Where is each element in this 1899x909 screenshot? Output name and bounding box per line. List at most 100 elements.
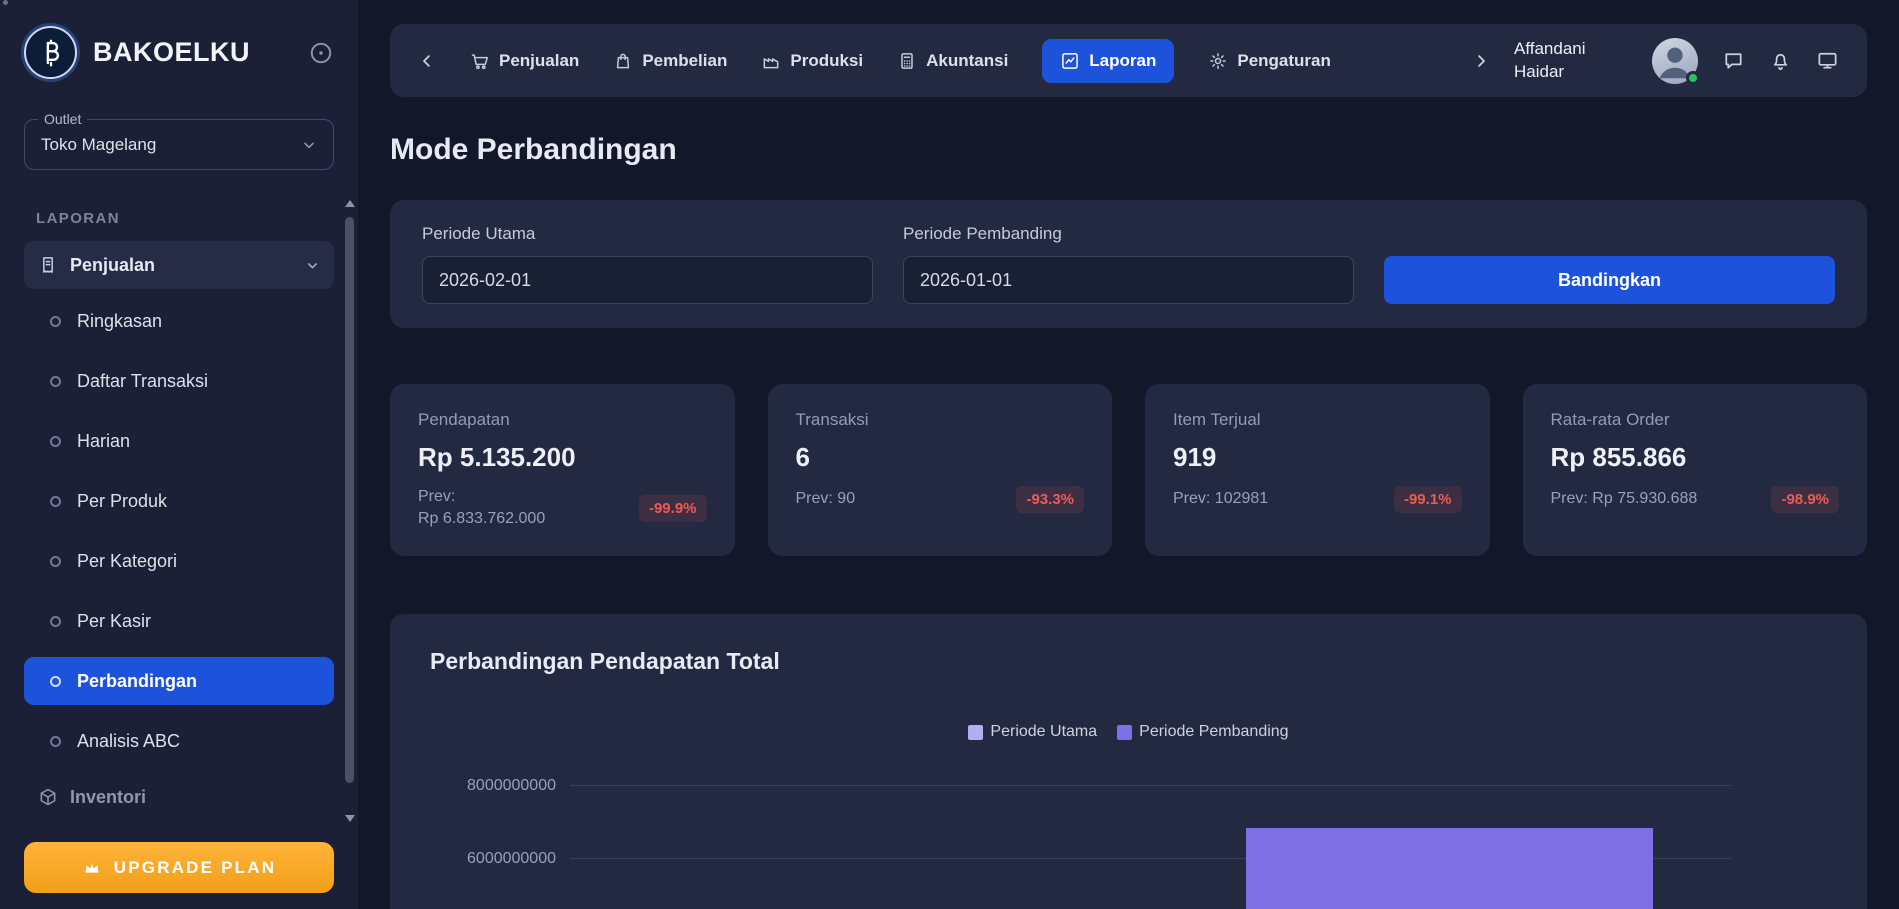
gear-icon: [1208, 51, 1228, 71]
chat-icon[interactable]: [1722, 49, 1745, 72]
bullet-icon: [50, 496, 61, 507]
scroll-down-arrow-icon[interactable]: [345, 815, 355, 822]
change-badge: -93.3%: [1016, 486, 1084, 513]
chevron-down-icon: [305, 258, 320, 273]
legend-label: Periode Pembanding: [1139, 723, 1288, 741]
sidebar-item-per-kasir[interactable]: Per Kasir: [24, 591, 334, 651]
nav-item-laporan[interactable]: Laporan: [1042, 39, 1174, 83]
package-icon: [38, 787, 58, 807]
section-header: LAPORAN: [24, 210, 334, 227]
top-navbar: Penjualan Pembelian Produksi: [390, 24, 1867, 97]
brand-name: BAKOELKU: [93, 37, 250, 68]
upgrade-plan-button[interactable]: UPGRADE PLAN: [24, 842, 334, 893]
bullet-icon: [50, 556, 61, 567]
periode-utama-input[interactable]: [422, 256, 873, 304]
sidebar-scrollbar[interactable]: [344, 200, 355, 822]
nav-item-akuntansi[interactable]: Akuntansi: [897, 51, 1008, 71]
bandingkan-button[interactable]: Bandingkan: [1384, 256, 1835, 304]
legend-item-periode-pembanding[interactable]: Periode Pembanding: [1117, 723, 1288, 741]
chart-legend: Periode Utama Periode Pembanding: [430, 723, 1827, 741]
sidebar-menu: Penjualan Ringkasan Daftar Transaksi Har…: [24, 241, 334, 821]
bell-icon[interactable]: [1769, 49, 1792, 72]
sidebar-item-daftar-transaksi[interactable]: Daftar Transaksi: [24, 351, 334, 411]
section-title: LAPORAN: [36, 210, 120, 227]
sidebar-item-analisis-abc[interactable]: Analisis ABC: [24, 711, 334, 771]
sidebar-item-per-produk[interactable]: Per Produk: [24, 471, 334, 531]
section-indicator-dot: [3, 0, 8, 5]
stat-label: Item Terjual: [1173, 410, 1462, 430]
sub-item-label: Analisis ABC: [77, 731, 180, 752]
periode-utama-field: Periode Utama: [422, 224, 873, 304]
chevron-down-icon: [301, 137, 317, 153]
sidebar-item-per-kategori[interactable]: Per Kategori: [24, 531, 334, 591]
chevron-left-icon[interactable]: [418, 52, 436, 70]
outlet-label: Outlet: [38, 111, 87, 127]
periode-pembanding-label: Periode Pembanding: [903, 224, 1354, 244]
scroll-up-arrow-icon[interactable]: [345, 200, 355, 207]
stat-previous: Prev: 90: [796, 488, 856, 510]
monitor-icon[interactable]: [1816, 49, 1839, 72]
navbar-right-group: Affandani Haidar: [1472, 38, 1839, 84]
nav-item-pembelian[interactable]: Pembelian: [613, 51, 727, 71]
avatar[interactable]: [1652, 38, 1698, 84]
sub-item-label: Per Kasir: [77, 611, 151, 632]
sub-item-label: Per Kategori: [77, 551, 177, 572]
calculator-icon: [897, 51, 917, 71]
page-title: Mode Perbandingan: [390, 133, 1867, 167]
scrollbar-thumb[interactable]: [345, 217, 354, 783]
sidebar-item-inventori[interactable]: Inventori: [24, 773, 334, 821]
nav-item-label: Laporan: [1089, 51, 1156, 71]
bullet-icon: [50, 376, 61, 387]
sub-item-label: Ringkasan: [77, 311, 162, 332]
bullet-icon: [50, 316, 61, 327]
stat-card-rata-rata-order: Rata-rata Order Rp 855.866 Prev: Rp 75.9…: [1523, 384, 1868, 556]
upgrade-plan-label: UPGRADE PLAN: [114, 858, 276, 878]
comparison-chart-card: Perbandingan Pendapatan Total Periode Ut…: [390, 614, 1867, 909]
outlet-select[interactable]: Outlet Toko Magelang: [24, 119, 334, 170]
periode-pembanding-input[interactable]: [903, 256, 1354, 304]
sidebar: BAKOELKU Outlet Toko Magelang LAPORAN: [0, 0, 358, 909]
sidebar-item-label: Penjualan: [70, 255, 155, 276]
bullet-icon: [50, 736, 61, 747]
comparison-form-card: Periode Utama Periode Pembanding Banding…: [390, 200, 1867, 328]
sub-item-label: Daftar Transaksi: [77, 371, 208, 392]
stat-card-item-terjual: Item Terjual 919 Prev: 102981 -99.1%: [1145, 384, 1490, 556]
chart-axis-tick-label: 6000000000: [467, 850, 556, 868]
bullet-icon: [50, 676, 61, 687]
chevron-right-icon[interactable]: [1472, 52, 1490, 70]
stat-previous: Prev: 102981: [1173, 488, 1268, 510]
legend-swatch: [968, 725, 983, 740]
shopping-bag-icon: [613, 51, 633, 71]
legend-swatch: [1117, 725, 1132, 740]
outlet-value: Toko Magelang: [41, 135, 156, 155]
stat-value: 6: [796, 442, 1085, 473]
periode-pembanding-field: Periode Pembanding: [903, 224, 1354, 304]
sidebar-item-harian[interactable]: Harian: [24, 411, 334, 471]
online-status-dot: [1686, 71, 1700, 85]
user-name[interactable]: Affandani Haidar: [1514, 38, 1628, 84]
crown-icon: [82, 858, 102, 878]
bullet-icon: [50, 436, 61, 447]
brand-header: BAKOELKU: [24, 26, 334, 79]
chart-gridline: 8000000000: [570, 785, 1731, 786]
nav-item-label: Penjualan: [499, 51, 579, 71]
periode-utama-label: Periode Utama: [422, 224, 873, 244]
nav-item-label: Pembelian: [642, 51, 727, 71]
nav-item-produksi[interactable]: Produksi: [761, 51, 863, 71]
receipt-icon: [38, 255, 58, 275]
sub-item-label: Harian: [77, 431, 130, 452]
bullet-icon: [50, 616, 61, 627]
legend-item-periode-utama[interactable]: Periode Utama: [968, 723, 1097, 741]
stat-value: Rp 5.135.200: [418, 442, 707, 473]
nav-item-penjualan[interactable]: Penjualan: [470, 51, 579, 71]
sidebar-item-label: Inventori: [70, 787, 146, 808]
sidebar-item-perbandingan[interactable]: Perbandingan: [24, 657, 334, 705]
change-badge: -99.9%: [639, 495, 707, 522]
stat-label: Pendapatan: [418, 410, 707, 430]
sidebar-item-penjualan[interactable]: Penjualan: [24, 241, 334, 289]
sidebar-item-ringkasan[interactable]: Ringkasan: [24, 291, 334, 351]
chart-bar-periode-pembanding: [1246, 828, 1654, 909]
bitcoin-logo-icon: [24, 26, 77, 79]
sidebar-collapse-icon[interactable]: [308, 40, 334, 66]
nav-item-pengaturan[interactable]: Pengaturan: [1208, 51, 1331, 71]
